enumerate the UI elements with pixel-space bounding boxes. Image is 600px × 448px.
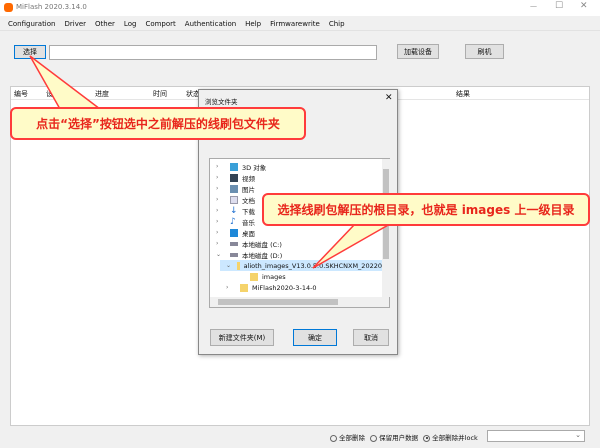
radio-erase-all-lock[interactable]: 全部删除并lock (423, 434, 478, 442)
radio-keep-user-data[interactable]: 保留用户数据 (370, 434, 418, 442)
chevron-down-icon: ⌄ (575, 431, 581, 439)
bottom-select-dropdown[interactable]: ⌄ (487, 430, 585, 442)
erase-options: 全部删除 保留用户数据 全部删除并lock (330, 432, 478, 442)
callout-select-folder: 点击“选择”按钮选中之前解压的线刷包文件夹 (10, 107, 306, 140)
radio-erase-all[interactable]: 全部删除 (330, 434, 365, 442)
callout-root-directory: 选择线刷包解压的根目录，也就是 images 上一级目录 (262, 193, 590, 226)
